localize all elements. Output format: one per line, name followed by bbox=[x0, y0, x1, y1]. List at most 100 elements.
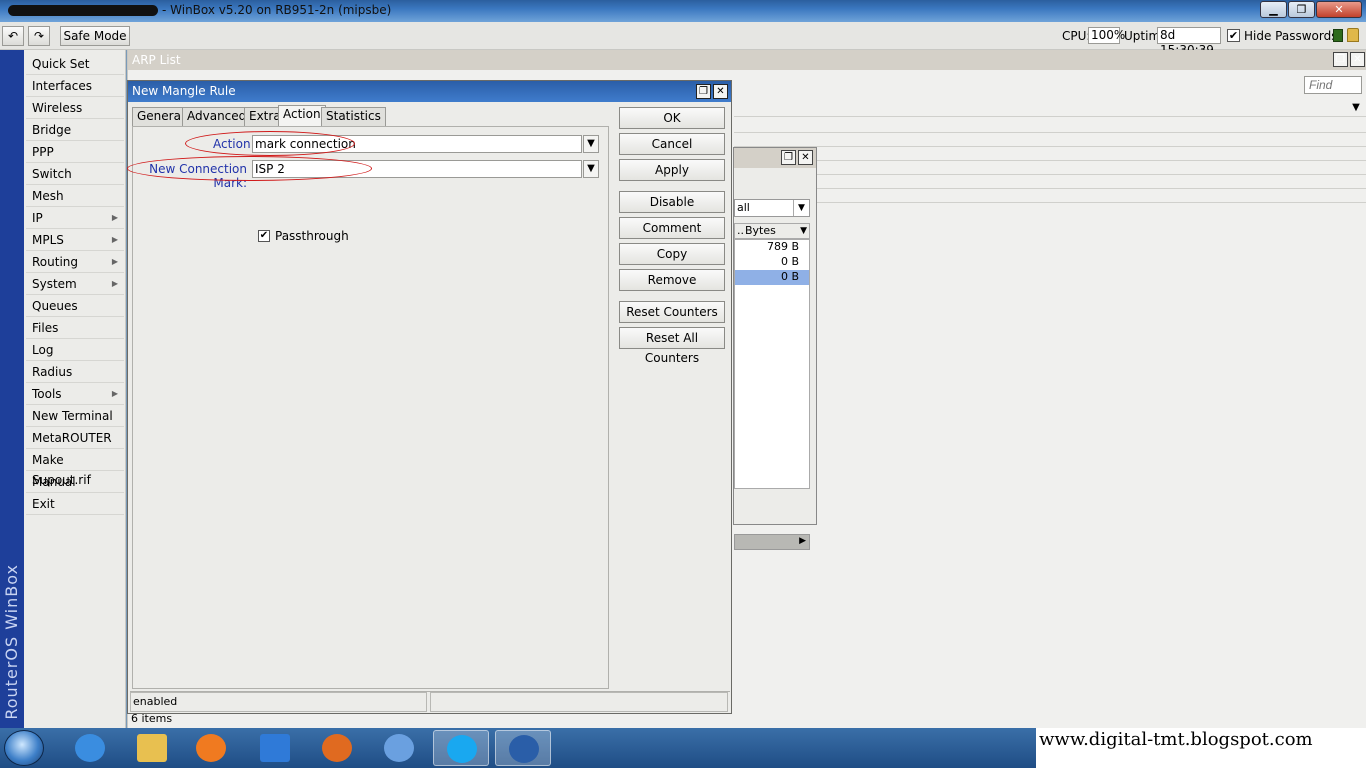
undo-button[interactable]: ↶ bbox=[2, 26, 24, 46]
taskbar-app-internet-explorer[interactable] bbox=[62, 730, 118, 766]
arp-maximize-button[interactable]: ❐ bbox=[1333, 52, 1348, 67]
hide-passwords-label: Hide Passwords bbox=[1244, 29, 1338, 43]
redo-button[interactable]: ↷ bbox=[28, 26, 50, 46]
maxthon-icon bbox=[260, 734, 290, 762]
fw-maximize-button[interactable]: ❐ bbox=[781, 150, 796, 165]
sidebar-item-radius[interactable]: Radius bbox=[26, 362, 124, 383]
taskbar: www.digital-tmt.blogspot.com bbox=[0, 728, 1366, 768]
taskbar-app-firefox[interactable] bbox=[309, 730, 365, 766]
sidebar-item-new-terminal[interactable]: New Terminal bbox=[26, 406, 124, 427]
submenu-arrow-icon: ▶ bbox=[111, 279, 118, 288]
dialog-maximize-button[interactable]: ❐ bbox=[696, 84, 711, 99]
ok-button[interactable]: OK bbox=[619, 107, 725, 129]
table-row[interactable]: 0 B bbox=[735, 255, 809, 270]
sidebar-item-quick-set[interactable]: Quick Set bbox=[26, 54, 124, 75]
arp-list-titlebar: ARP List ❐ ✕ bbox=[128, 50, 1366, 70]
taskbar-app-media-player[interactable] bbox=[183, 730, 239, 766]
sidebar-item-routing[interactable]: Routing ▶ bbox=[26, 252, 124, 273]
taskbar-app-winbox[interactable] bbox=[495, 730, 551, 766]
sidebar-item-exit[interactable]: Exit bbox=[26, 494, 124, 515]
fw-table-header: .. Bytes ▼ bbox=[734, 223, 810, 239]
cpu-label: CPU: bbox=[1062, 29, 1091, 43]
toolbar: ↶ ↷ Safe Mode CPU: 100% Uptime: 8d 15:30… bbox=[0, 22, 1366, 57]
sidebar-item-files[interactable]: Files bbox=[26, 318, 124, 339]
uptime-value: 8d 15:30:39 bbox=[1157, 27, 1221, 57]
apply-button[interactable]: Apply bbox=[619, 159, 725, 181]
sidebar-item-log[interactable]: Log bbox=[26, 340, 124, 361]
arrow-right-icon[interactable]: ▶ bbox=[799, 536, 806, 546]
close-button[interactable]: ✕ bbox=[1316, 1, 1362, 18]
sidebar-item-mesh[interactable]: Mesh bbox=[26, 186, 124, 207]
comment-button[interactable]: Comment bbox=[619, 217, 725, 239]
chevron-down-icon: ▼ bbox=[793, 200, 809, 216]
sidebar-item-metarouter[interactable]: MetaROUTER bbox=[26, 428, 124, 449]
redo-icon: ↷ bbox=[33, 29, 45, 43]
tab-general[interactable]: General bbox=[132, 107, 190, 126]
watermark-text: www.digital-tmt.blogspot.com bbox=[1036, 728, 1366, 768]
sidebar-item-make-supout-rif[interactable]: Make Supout.rif bbox=[26, 450, 124, 487]
taskbar-app-skype[interactable] bbox=[433, 730, 489, 766]
sidebar-item-tools[interactable]: Tools ▶ bbox=[26, 384, 124, 405]
taskbar-app-globe[interactable] bbox=[371, 730, 427, 766]
cancel-button[interactable]: Cancel bbox=[619, 133, 725, 155]
copy-button[interactable]: Copy bbox=[619, 243, 725, 265]
divider bbox=[734, 132, 1366, 133]
minimize-button[interactable]: ▁ bbox=[1260, 1, 1287, 18]
fw-filter-select[interactable]: all ▼ bbox=[734, 199, 810, 217]
hide-passwords-checkbox[interactable]: ✔ bbox=[1227, 29, 1240, 42]
horizontal-scrollbar[interactable]: ▶ bbox=[734, 534, 810, 550]
sidebar-menu: Quick Set Interfaces Wireless Bridge PPP Swit… bbox=[24, 50, 126, 728]
arp-list-title: ARP List bbox=[132, 53, 181, 67]
dialog-statusbar: enabled bbox=[130, 691, 730, 712]
fw-close-button[interactable]: ✕ bbox=[798, 150, 813, 165]
tab-action[interactable]: Action bbox=[278, 105, 326, 126]
file-explorer-icon bbox=[137, 734, 167, 762]
undo-icon: ↶ bbox=[7, 29, 19, 43]
reset-counters-button[interactable]: Reset Counters bbox=[619, 301, 725, 323]
dialog-close-button[interactable]: ✕ bbox=[713, 84, 728, 99]
table-row[interactable]: 789 B bbox=[735, 240, 809, 255]
chevron-down-icon[interactable]: ▼ bbox=[583, 135, 599, 153]
firefox-icon bbox=[322, 734, 352, 762]
sidebar-item-wireless[interactable]: Wireless bbox=[26, 98, 124, 119]
sidebar-item-manual[interactable]: Manual bbox=[26, 472, 124, 493]
divider bbox=[734, 202, 1366, 203]
tab-statistics[interactable]: Statistics bbox=[321, 107, 386, 126]
tab-advanced[interactable]: Advanced bbox=[182, 107, 252, 126]
taskbar-app-file-explorer[interactable] bbox=[124, 730, 180, 766]
sidebar-item-queues[interactable]: Queues bbox=[26, 296, 124, 317]
disable-button[interactable]: Disable bbox=[619, 191, 725, 213]
sidebar-item-bridge[interactable]: Bridge bbox=[26, 120, 124, 141]
maximize-button[interactable]: ❐ bbox=[1288, 1, 1315, 18]
start-button[interactable] bbox=[4, 730, 44, 766]
remove-button[interactable]: Remove bbox=[619, 269, 725, 291]
status-led-icon bbox=[1333, 29, 1343, 42]
passthrough-checkbox[interactable]: ✔ bbox=[258, 230, 270, 242]
media-player-icon bbox=[196, 734, 226, 762]
sidebar-item-ppp[interactable]: PPP bbox=[26, 142, 124, 163]
chevron-down-icon[interactable]: ▼ bbox=[800, 224, 807, 238]
find-input[interactable] bbox=[1304, 76, 1362, 94]
window-title: - WinBox v5.20 on RB951-2n (mipsbe) bbox=[8, 3, 391, 17]
fw-table-body: 789 B 0 B 0 B bbox=[734, 239, 810, 489]
firewall-window: ❐ ✕ all ▼ .. Bytes ▼ 789 B 0 B 0 B ▶ bbox=[733, 147, 817, 550]
new-connection-mark-label: New Connection Mark: bbox=[149, 162, 247, 190]
new-mangle-rule-dialog: New Mangle Rule ❐ ✕ General Advanced Ext… bbox=[127, 80, 732, 714]
sidebar-item-ip[interactable]: IP ▶ bbox=[26, 208, 124, 229]
skype-icon bbox=[447, 735, 477, 763]
internet-explorer-icon bbox=[75, 734, 105, 762]
chevron-down-icon[interactable]: ▼ bbox=[583, 160, 599, 178]
reset-all-counters-button[interactable]: Reset All Counters bbox=[619, 327, 725, 365]
table-row[interactable]: 0 B bbox=[735, 270, 809, 285]
action-select[interactable]: mark connection bbox=[252, 135, 582, 153]
arp-close-button[interactable]: ✕ bbox=[1350, 52, 1365, 67]
sidebar-item-interfaces[interactable]: Interfaces bbox=[26, 76, 124, 97]
sidebar-item-mpls[interactable]: MPLS ▶ bbox=[26, 230, 124, 251]
taskbar-app-maxthon[interactable] bbox=[247, 730, 303, 766]
new-connection-mark-input[interactable]: ISP 2 bbox=[252, 160, 582, 178]
sidebar-item-system[interactable]: System ▶ bbox=[26, 274, 124, 295]
safe-mode-button[interactable]: Safe Mode bbox=[60, 26, 130, 46]
column-dropdown-icon[interactable]: ▼ bbox=[1348, 100, 1364, 116]
sidebar-item-switch[interactable]: Switch bbox=[26, 164, 124, 185]
bytes-column-header[interactable]: Bytes bbox=[745, 224, 776, 238]
